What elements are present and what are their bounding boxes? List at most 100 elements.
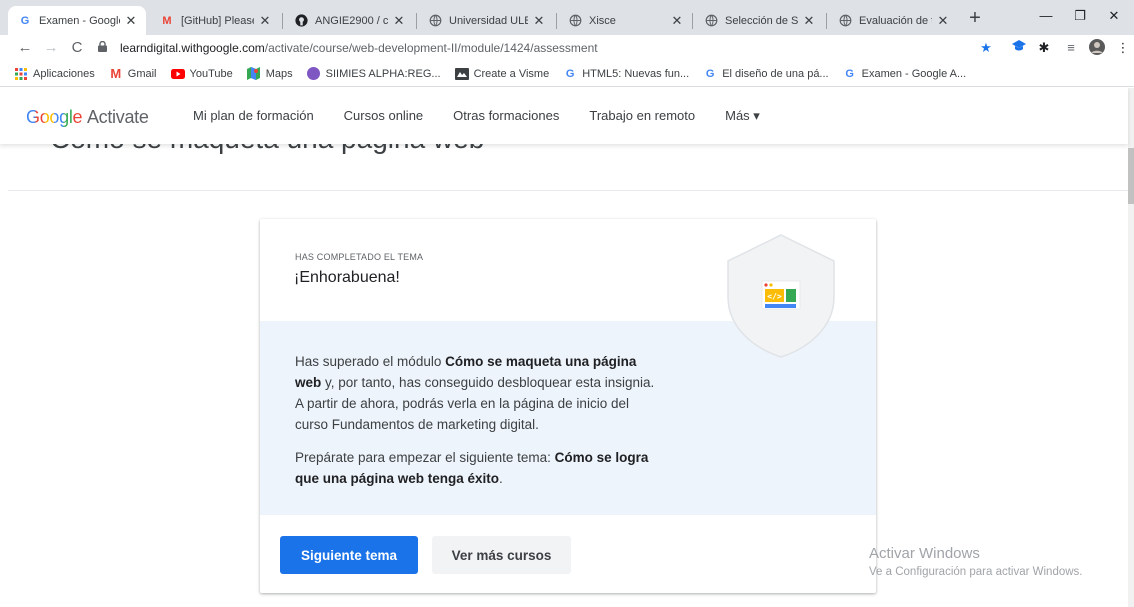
visme-icon xyxy=(454,67,469,81)
badge-shield-icon: </> xyxy=(727,234,835,358)
watermark-title: Activar Windows xyxy=(869,545,980,562)
google-g-icon: G xyxy=(20,14,30,27)
tab-title: Evaluación de térm xyxy=(859,14,932,27)
watermark-subtitle: Ve a Configuración para activar Windows. xyxy=(869,566,1083,578)
bookmark-html5[interactable]: G HTML5: Nuevas fun... xyxy=(563,67,689,81)
new-tab-button[interactable]: + xyxy=(964,8,986,30)
lock-icon xyxy=(98,40,112,55)
youtube-icon xyxy=(170,67,185,81)
windows-activation-watermark: Activar Windows Ve a Configuración para … xyxy=(869,545,1083,578)
reading-list-icon[interactable]: ≡ xyxy=(1062,39,1080,57)
address-bar[interactable]: learndigital.withgoogle.com/activate/cou… xyxy=(98,37,998,59)
tab-title: ANGIE2900 / certif xyxy=(315,14,388,27)
bookmark-examen[interactable]: G Examen - Google A... xyxy=(843,67,967,81)
page-viewport: Google Activate Mi plan de formación Cur… xyxy=(0,88,1134,607)
svg-text:</>: </> xyxy=(767,292,782,301)
nav-item-remoto[interactable]: Trabajo en remoto xyxy=(589,108,695,124)
tab-separator xyxy=(826,13,827,29)
globe-icon xyxy=(838,14,852,28)
tab-github-email[interactable]: M [GitHub] Please ve ✕ xyxy=(150,6,280,35)
extension-icon[interactable] xyxy=(1010,39,1028,57)
logo-google: Google xyxy=(26,107,83,127)
globe-icon xyxy=(568,14,582,28)
github-icon xyxy=(294,14,308,28)
site-header: Google Activate Mi plan de formación Cur… xyxy=(0,88,1128,144)
tab-xisce[interactable]: Xisce ✕ xyxy=(558,6,692,35)
scrollbar-thumb[interactable] xyxy=(1128,148,1134,204)
gmail-icon: M xyxy=(110,66,122,81)
bookmark-siimies[interactable]: SIIMIES ALPHA:REG... xyxy=(307,67,441,81)
back-button[interactable]: ← xyxy=(14,37,36,59)
bookmark-label: Gmail xyxy=(127,67,157,80)
bookmark-label: Examen - Google A... xyxy=(861,67,967,80)
bookmark-diseno[interactable]: G El diseño de una pá... xyxy=(703,67,829,81)
tab-title: Examen - Google A xyxy=(39,14,120,27)
nav-item-plan[interactable]: Mi plan de formación xyxy=(193,108,314,124)
forward-button[interactable]: → xyxy=(40,37,62,59)
bookmark-label: Create a Visme xyxy=(473,67,550,80)
profile-avatar[interactable] xyxy=(1088,39,1106,57)
completion-card: HAS COMPLETADO EL TEMA ¡Enhorabuena! Has… xyxy=(260,219,876,593)
site-nav: Mi plan de formación Cursos online Otras… xyxy=(193,108,790,124)
browser-tab-bar: G Examen - Google A ✕ M [GitHub] Please … xyxy=(0,0,1134,35)
module-completed-text: Has superado el módulo Cómo se maqueta u… xyxy=(295,354,655,432)
tab-separator xyxy=(692,13,693,29)
scrollbar[interactable] xyxy=(1128,88,1134,607)
google-g-icon: G xyxy=(705,67,715,80)
gmail-icon: M xyxy=(162,14,172,27)
tab-sgbd[interactable]: Selección de SGBD ✕ xyxy=(694,6,824,35)
bookmark-maps[interactable]: Maps xyxy=(247,67,293,81)
tab-uleam[interactable]: Universidad ULEAM ✕ xyxy=(418,6,554,35)
google-activate-logo[interactable]: Google Activate xyxy=(26,107,149,128)
tab-separator xyxy=(556,13,557,29)
bookmark-label: Maps xyxy=(265,67,293,80)
bookmark-youtube[interactable]: YouTube xyxy=(170,67,233,81)
bookmark-visme[interactable]: Create a Visme xyxy=(454,67,550,81)
nav-item-otras[interactable]: Otras formaciones xyxy=(453,108,559,124)
card-eyebrow: HAS COMPLETADO EL TEMA xyxy=(295,252,424,262)
nav-item-mas[interactable]: Más ▾ xyxy=(725,108,760,124)
reload-button[interactable]: C xyxy=(66,37,88,59)
siimies-icon xyxy=(307,67,321,81)
bookmark-apps[interactable]: Aplicaciones xyxy=(14,67,95,81)
google-g-icon: G xyxy=(845,67,854,80)
nav-item-cursos[interactable]: Cursos online xyxy=(344,108,424,124)
bookmark-label: HTML5: Nuevas fun... xyxy=(582,67,690,80)
close-icon[interactable]: ✕ xyxy=(258,13,272,29)
bookmark-label: SIIMIES ALPHA:REG... xyxy=(325,67,441,80)
bookmark-label: El diseño de una pá... xyxy=(722,67,829,80)
card-title: ¡Enhorabuena! xyxy=(294,269,400,286)
window-close-button[interactable]: ✕ xyxy=(1094,5,1134,27)
apps-grid-icon xyxy=(14,67,28,81)
close-icon[interactable]: ✕ xyxy=(532,13,546,29)
close-icon[interactable]: ✕ xyxy=(124,13,138,29)
tab-examen[interactable]: G Examen - Google A ✕ xyxy=(8,6,146,35)
logo-activate: Activate xyxy=(86,107,149,127)
tab-github-repo[interactable]: ANGIE2900 / certif ✕ xyxy=(284,6,414,35)
menu-kebab-icon[interactable]: ⋮ xyxy=(1114,39,1132,57)
tab-separator xyxy=(282,13,283,29)
tab-evaluacion[interactable]: Evaluación de térm ✕ xyxy=(828,6,958,35)
globe-icon xyxy=(428,14,442,28)
url-domain: learndigital.withgoogle.com xyxy=(120,41,265,55)
next-topic-text: Prepárate para empezar el siguiente tema… xyxy=(295,450,649,486)
maps-icon xyxy=(247,67,261,81)
tab-title: Selección de SGBD xyxy=(725,14,798,27)
extensions-puzzle-icon[interactable]: ✱ xyxy=(1035,39,1053,57)
tab-separator xyxy=(416,13,417,29)
divider xyxy=(8,190,1128,191)
bookmarks-bar: Aplicaciones M Gmail YouTube Maps SIIMIE… xyxy=(0,61,1134,87)
bookmark-star-icon[interactable]: ★ xyxy=(977,39,995,57)
close-icon[interactable]: ✕ xyxy=(936,13,950,29)
close-icon[interactable]: ✕ xyxy=(670,13,684,29)
close-icon[interactable]: ✕ xyxy=(392,13,406,29)
next-topic-button[interactable]: Siguiente tema xyxy=(280,536,418,574)
tab-title: [GitHub] Please ve xyxy=(181,14,254,27)
more-courses-button[interactable]: Ver más cursos xyxy=(432,536,571,574)
bookmark-label: YouTube xyxy=(189,67,233,80)
bookmark-gmail[interactable]: M Gmail xyxy=(109,66,157,81)
browser-toolbar: ← → C learndigital.withgoogle.com/activa… xyxy=(0,35,1134,61)
bookmark-label: Aplicaciones xyxy=(33,67,95,80)
close-icon[interactable]: ✕ xyxy=(802,13,816,29)
tab-title: Universidad ULEAM xyxy=(449,14,528,27)
